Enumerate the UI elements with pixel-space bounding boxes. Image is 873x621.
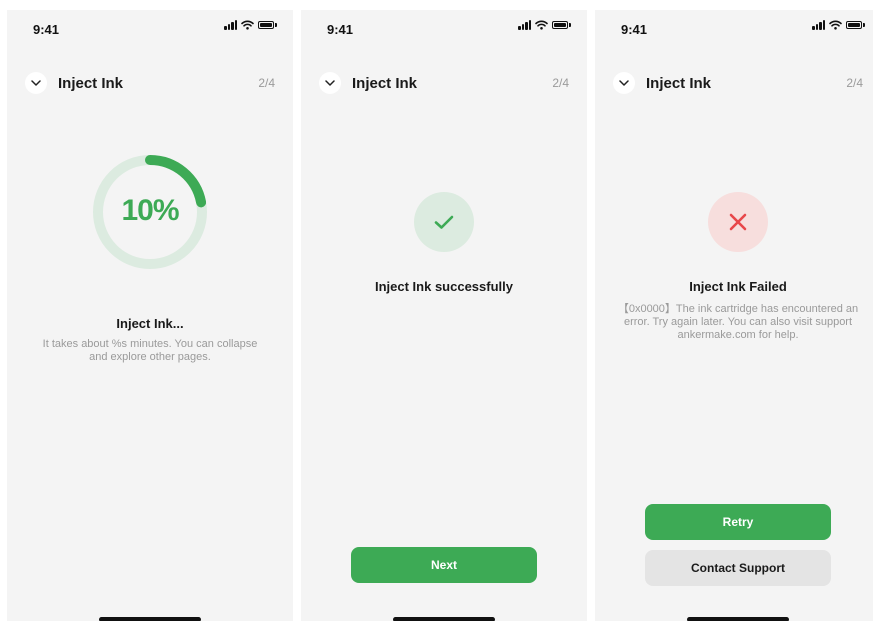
header: Inject Ink 2/4: [319, 71, 569, 95]
status-time: 9:41: [621, 22, 648, 37]
step-indicator: 2/4: [552, 76, 569, 90]
status-title: Inject Ink...: [116, 316, 184, 331]
error-description: 【0x0000】The ink cartridge has encountere…: [617, 303, 859, 341]
header: Inject Ink 2/4: [25, 71, 275, 95]
status-title: Inject Ink successfully: [374, 279, 513, 294]
collapse-button[interactable]: [613, 72, 635, 94]
next-button[interactable]: Next: [351, 547, 537, 583]
home-indicator: [687, 617, 789, 621]
status-description: It takes about %s minutes. You can colla…: [42, 338, 258, 363]
wifi-icon: [829, 20, 842, 30]
battery-icon: [258, 21, 277, 29]
contact-support-button[interactable]: Contact Support: [645, 550, 831, 586]
failed-screen: 9:41 Inject Ink 2/4 Inject Ink Failed 【0…: [595, 10, 873, 621]
chevron-down-icon: [325, 80, 335, 86]
cellular-signal-icon: [518, 20, 531, 30]
header: Inject Ink 2/4: [613, 71, 863, 95]
page-title: Inject Ink: [352, 74, 418, 92]
progress-screen: 9:41 Inject Ink 2/4 10% Inject Ink... It…: [7, 10, 293, 621]
home-indicator: [393, 617, 495, 621]
page-title: Inject Ink: [646, 74, 712, 92]
cross-icon: [729, 213, 747, 231]
checkmark-icon: [434, 215, 454, 229]
battery-icon: [552, 21, 571, 29]
status-icons: [224, 20, 277, 30]
progress-percent: 10%: [121, 194, 179, 227]
battery-icon: [846, 21, 865, 29]
step-indicator: 2/4: [846, 76, 863, 90]
status-title: Inject Ink Failed: [689, 279, 787, 294]
status-time: 9:41: [33, 22, 60, 37]
collapse-button[interactable]: [319, 72, 341, 94]
collapse-button[interactable]: [25, 72, 47, 94]
success-badge: [414, 192, 474, 252]
cellular-signal-icon: [812, 20, 825, 30]
cellular-signal-icon: [224, 20, 237, 30]
chevron-down-icon: [619, 80, 629, 86]
status-icons: [812, 20, 865, 30]
failure-badge: [708, 192, 768, 252]
home-indicator: [99, 617, 201, 621]
page-title: Inject Ink: [58, 74, 124, 92]
step-indicator: 2/4: [258, 76, 275, 90]
wifi-icon: [241, 20, 254, 30]
status-icons: [518, 20, 571, 30]
wifi-icon: [535, 20, 548, 30]
success-screen: 9:41 Inject Ink 2/4 Inject Ink successfu…: [301, 10, 587, 621]
status-time: 9:41: [327, 22, 354, 37]
chevron-down-icon: [31, 80, 41, 86]
retry-button[interactable]: Retry: [645, 504, 831, 540]
